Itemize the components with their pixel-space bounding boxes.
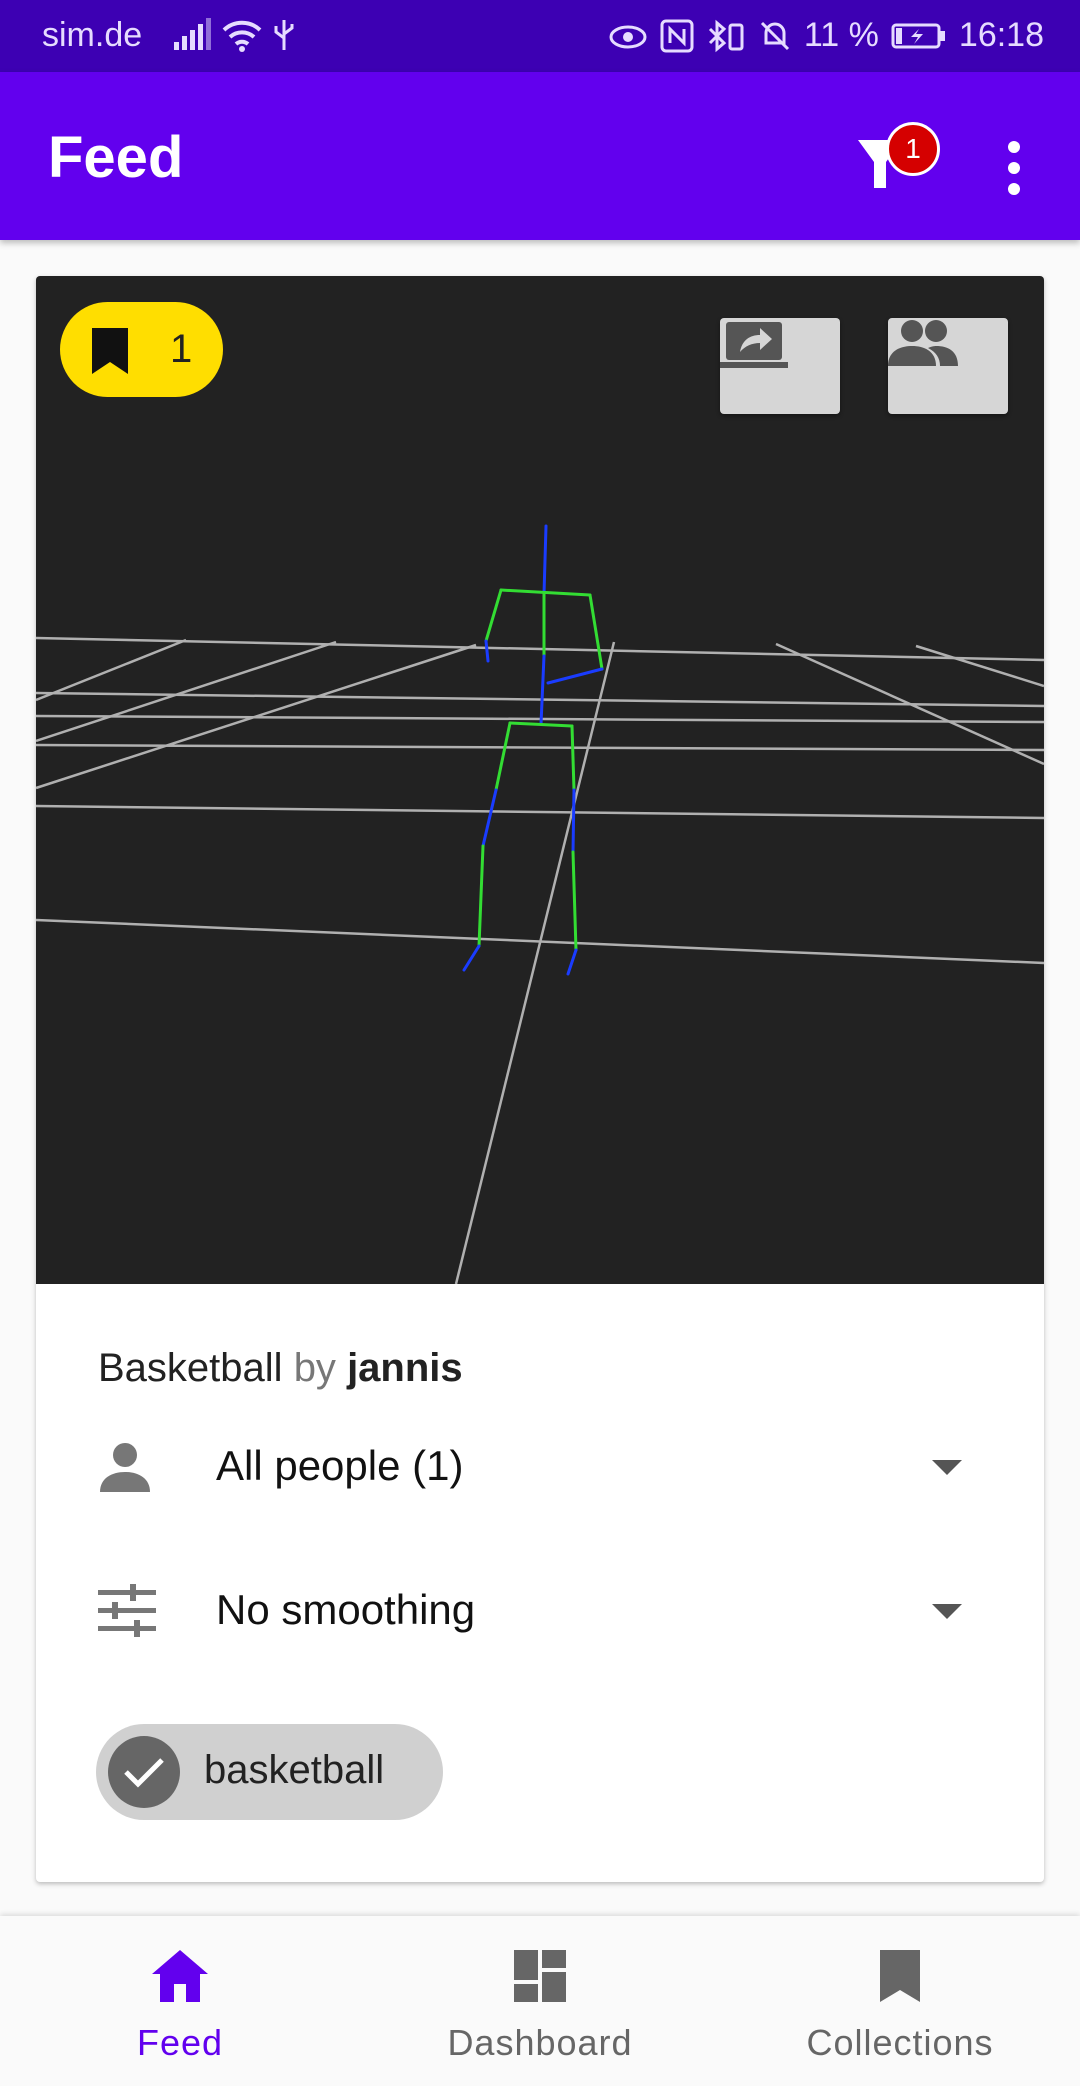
dropdown-arrow-icon (932, 1604, 962, 1619)
recording-title: Basketball by jannis (98, 1346, 463, 1391)
status-bar: sim.de 11 % 16:18 (0, 0, 1080, 72)
floor-grid (36, 636, 1044, 1284)
home-icon (152, 1950, 208, 2002)
people-dropdown-value: All people (1) (216, 1442, 464, 1489)
page-title: Feed (48, 125, 184, 190)
bottom-navigation: Feed Dashboard Collections (0, 1916, 1080, 2086)
recording-by: by (293, 1346, 336, 1390)
signal-icon (174, 18, 211, 50)
dropdown-arrow-icon (932, 1460, 962, 1475)
status-right: 11 % 16:18 (608, 16, 1044, 55)
skeleton (462, 524, 604, 976)
overflow-dot (1008, 141, 1020, 153)
clock: 16:18 (958, 16, 1044, 54)
eye-icon (609, 25, 647, 48)
wifi-icon (222, 20, 262, 52)
smoothing-dropdown[interactable]: No smoothing (98, 1566, 978, 1656)
status-left-icons (172, 18, 296, 52)
battery-percent: 11 % (803, 16, 879, 54)
overflow-dot (1008, 162, 1020, 174)
nav-dashboard[interactable]: Dashboard (360, 1916, 720, 2086)
people-icon (888, 320, 958, 366)
screen-share-icon (720, 322, 788, 368)
carrier-name: sim.de (42, 16, 143, 54)
nav-collections[interactable]: Collections (720, 1916, 1080, 2086)
share-screen-button[interactable] (720, 318, 840, 414)
nav-feed-label: Feed (136, 2022, 224, 2063)
overflow-dot (1008, 183, 1020, 195)
app-bar: Feed 1 (0, 72, 1080, 240)
nav-dashboard-label: Dashboard (447, 2022, 633, 2063)
bookmark-icon (92, 328, 128, 374)
skeleton-scene (36, 524, 1044, 1284)
smoothing-dropdown-value: No smoothing (216, 1586, 476, 1633)
check-icon (108, 1736, 180, 1808)
tag-label: basketball (204, 1748, 385, 1792)
tune-icon (98, 1584, 156, 1637)
usb-icon (274, 20, 294, 50)
battery-charging-icon (891, 23, 945, 48)
overflow-menu-button[interactable] (992, 128, 1036, 208)
filter-badge: 1 (886, 122, 940, 176)
bookmark-icon (880, 1950, 920, 2002)
tag-chip[interactable]: basketball (96, 1724, 443, 1820)
dashboard-icon (514, 1950, 566, 2002)
mute-icon (760, 21, 789, 50)
people-button[interactable] (888, 318, 1008, 414)
person-icon (100, 1443, 150, 1492)
recording-card: 1 Basketball by jannis All people (1) No… (36, 276, 1044, 1882)
collection-chip[interactable]: 1 (60, 302, 223, 397)
3d-skeleton-viewer[interactable]: 1 (36, 276, 1044, 1284)
filter-button[interactable]: 1 (856, 122, 940, 204)
recording-author[interactable]: jannis (347, 1346, 463, 1390)
people-dropdown[interactable]: All people (1) (98, 1422, 978, 1512)
nav-feed[interactable]: Feed (0, 1916, 360, 2086)
collection-count: 1 (170, 327, 193, 371)
nav-collections-label: Collections (806, 2022, 994, 2063)
bluetooth-battery-icon (708, 19, 744, 52)
nfc-icon (660, 19, 694, 52)
recording-name: Basketball (98, 1346, 283, 1390)
